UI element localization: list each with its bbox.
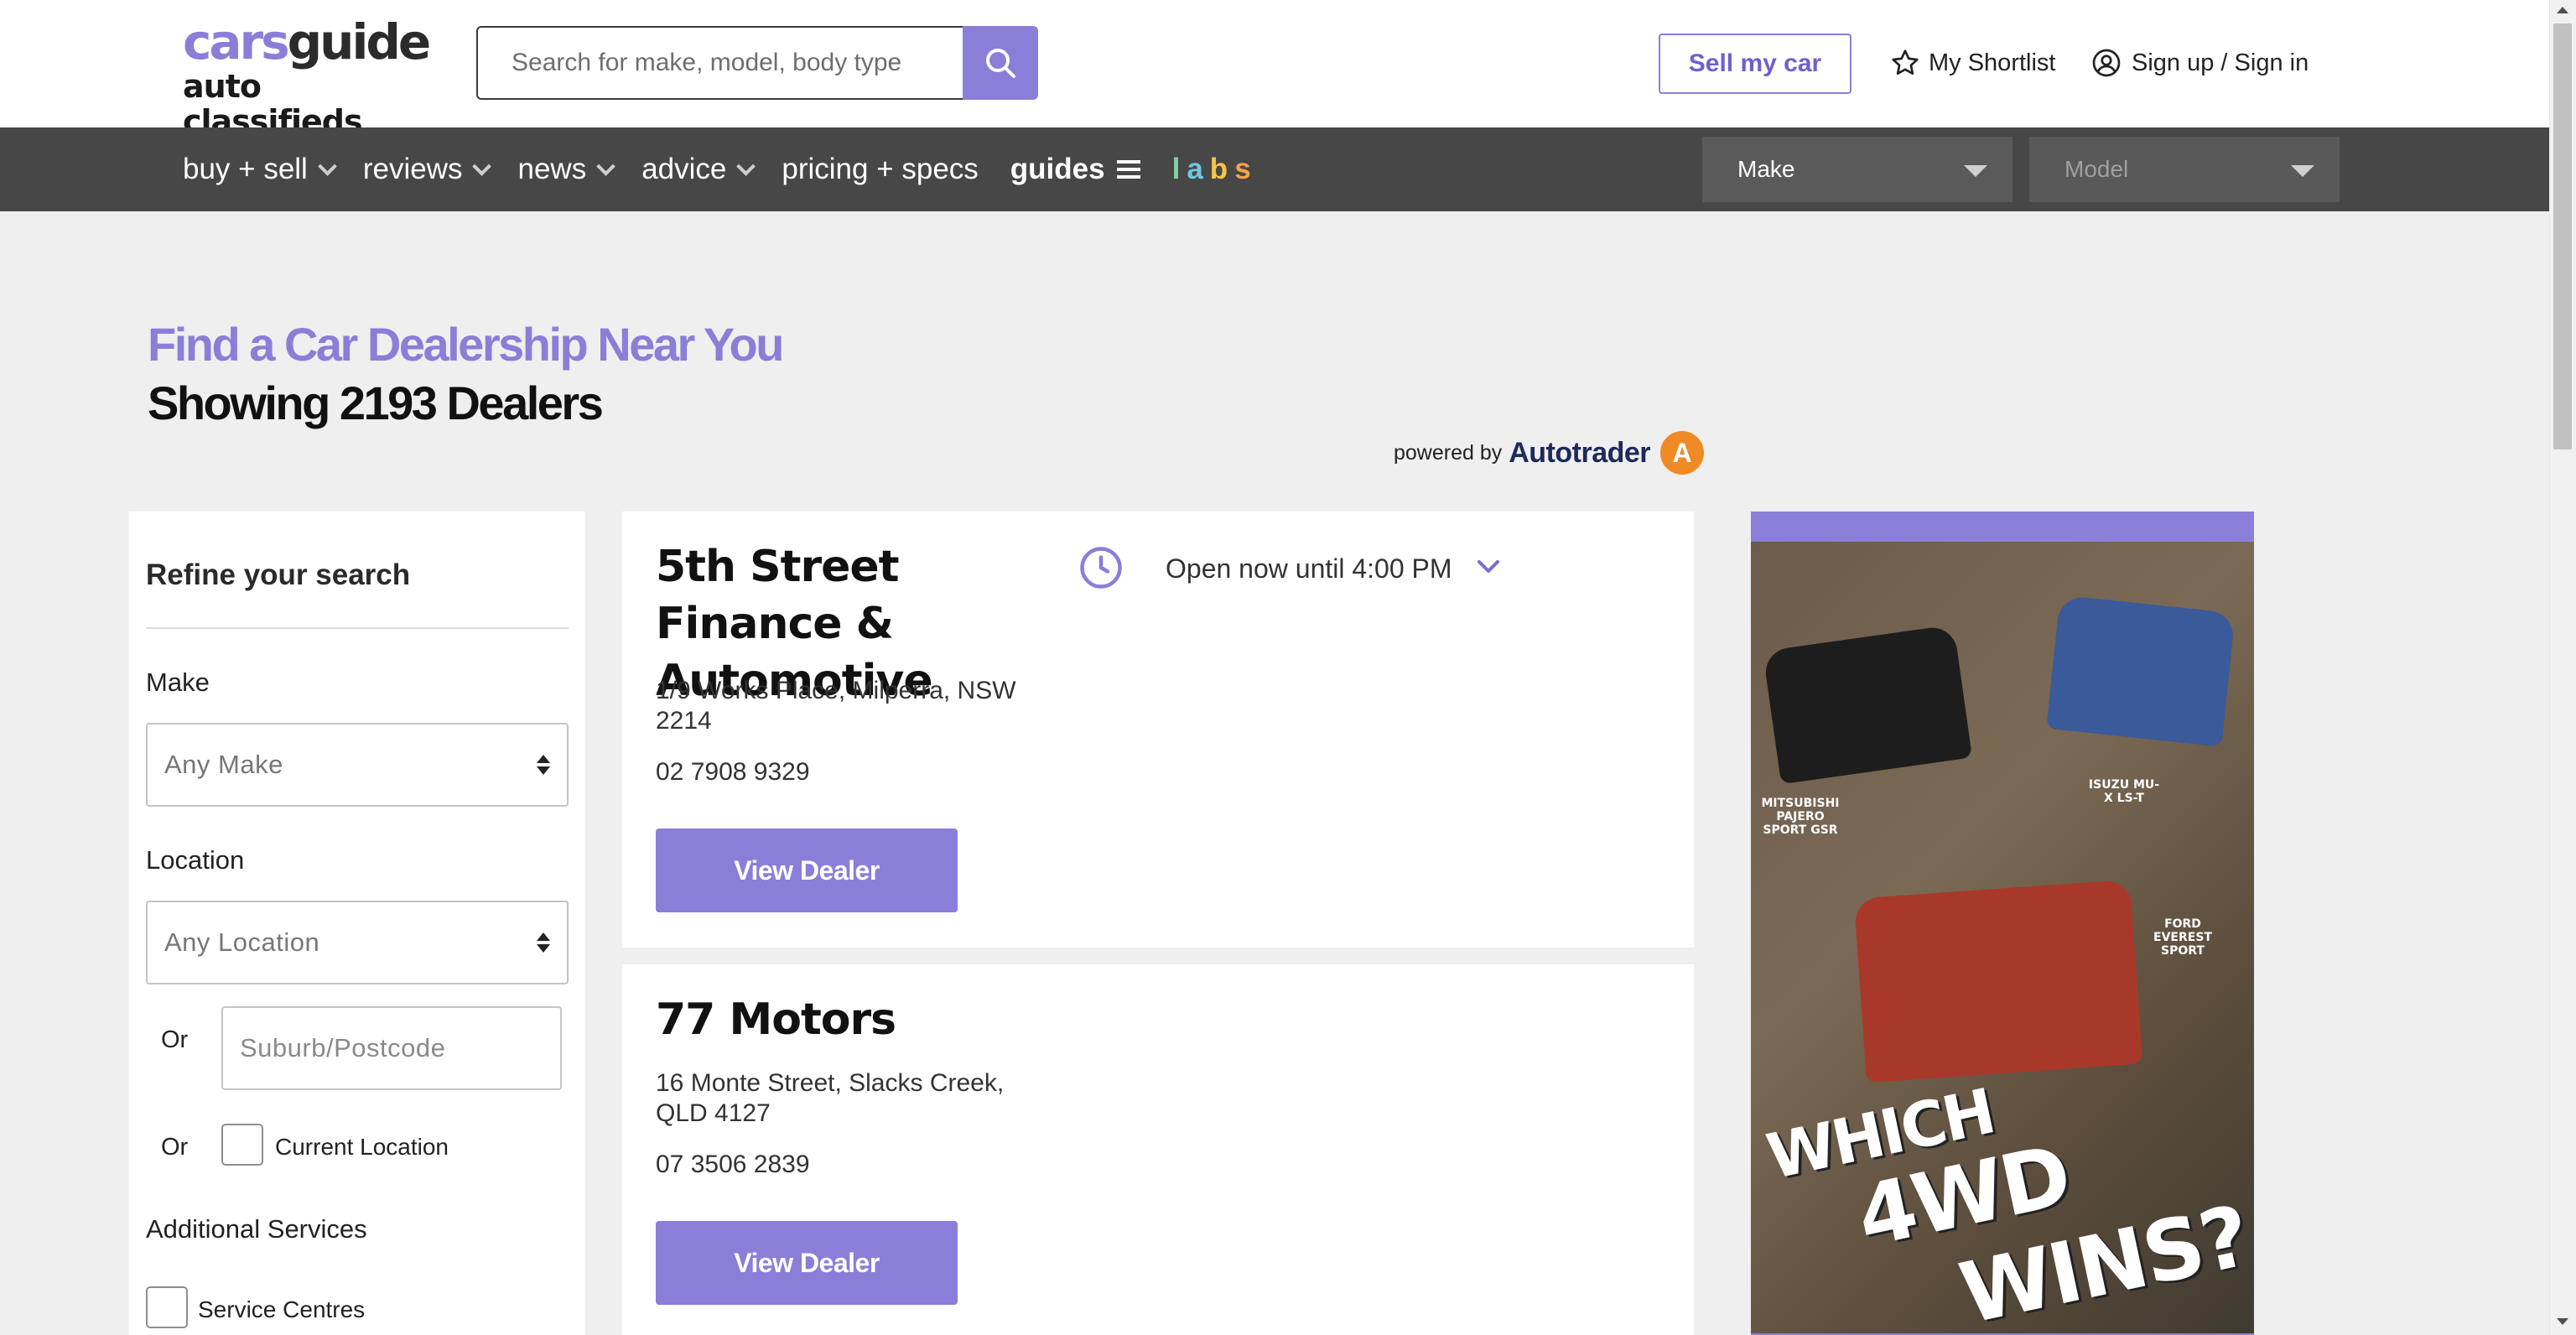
dealer-phone[interactable]: 02 7908 9329 bbox=[656, 758, 810, 787]
autotrader-wordmark: Autotrader bbox=[1509, 436, 1651, 469]
dealer-phone[interactable]: 07 3506 2839 bbox=[656, 1151, 810, 1179]
or-label: Or bbox=[161, 1026, 189, 1053]
service-centres-label: Service Centres bbox=[198, 1296, 366, 1322]
search-button[interactable] bbox=[963, 26, 1038, 100]
divider bbox=[146, 627, 569, 629]
nav-label: guides bbox=[1010, 153, 1105, 185]
suburb-postcode-input[interactable] bbox=[223, 1008, 560, 1088]
current-location-label: Current Location bbox=[275, 1134, 449, 1160]
user-icon bbox=[2092, 49, 2121, 77]
chevron-down-icon bbox=[596, 157, 616, 176]
dealer-name[interactable]: 77 Motors bbox=[656, 991, 1075, 1048]
sell-my-car-button[interactable]: Sell my car bbox=[1659, 34, 1852, 94]
nav-label: pricing + specs bbox=[782, 153, 979, 185]
or-label: Or bbox=[161, 1134, 189, 1161]
nav-pricing-specs[interactable]: pricing + specs bbox=[782, 153, 978, 186]
location-label: Location bbox=[146, 845, 245, 875]
dealer-card: 5th Street Finance & Automotive Open now… bbox=[622, 512, 1694, 948]
star-icon bbox=[1892, 49, 1919, 75]
scroll-down-icon[interactable] bbox=[2557, 1318, 2568, 1325]
ad-car-caption: FORD EVEREST SPORT bbox=[2153, 917, 2212, 958]
car-image bbox=[2046, 595, 2236, 747]
location-filter-value: Any Location bbox=[164, 927, 320, 957]
current-location-checkbox[interactable] bbox=[221, 1124, 263, 1166]
logo-text-cars: cars bbox=[183, 13, 290, 70]
shortlist-label: My Shortlist bbox=[1929, 49, 2056, 76]
nav-label: reviews bbox=[362, 153, 463, 185]
ad-car-caption: ISUZU MU-X LS-T bbox=[2088, 778, 2160, 805]
search-input[interactable] bbox=[478, 28, 963, 98]
make-filter-value: Any Make bbox=[164, 750, 283, 779]
my-shortlist-link[interactable]: My Shortlist bbox=[1890, 44, 2055, 82]
chevron-down-icon[interactable] bbox=[1476, 558, 1501, 575]
page-title: Find a Car Dealership Near You bbox=[148, 318, 784, 371]
nav-label: buy + sell bbox=[183, 153, 308, 185]
make-select-label: Make bbox=[1737, 156, 1795, 182]
make-filter-select[interactable]: Any Make bbox=[146, 723, 569, 807]
scrollbar-thumb[interactable] bbox=[2553, 23, 2572, 449]
sign-in-link[interactable]: Sign up / Sign in bbox=[2091, 44, 2309, 82]
car-image bbox=[1853, 879, 2143, 1083]
search-icon bbox=[986, 49, 1015, 78]
dealer-card: 77 Motors 16 Monte Street, Slacks Creek,… bbox=[622, 964, 1694, 1335]
labs-letter: a bbox=[1187, 153, 1203, 185]
powered-by-autotrader[interactable]: powered by Autotrader A bbox=[1394, 431, 1705, 475]
ad-car-caption: MITSUBISHI PAJERO SPORT GSR bbox=[1761, 797, 1840, 837]
chevron-down-icon bbox=[472, 157, 492, 176]
powered-by-text: powered by bbox=[1394, 440, 1503, 465]
chevron-down-icon bbox=[736, 157, 756, 176]
nav-label: advice bbox=[641, 153, 727, 185]
labs-letter: b bbox=[1209, 153, 1228, 185]
dealer-address: 16 Monte Street, Slacks Creek, QLD 4127 bbox=[656, 1069, 1005, 1127]
carsguide-logo[interactable]: carsguide auto classifieds bbox=[183, 15, 434, 139]
dealer-count: Showing 2193 Dealers bbox=[148, 377, 604, 429]
location-filter-select[interactable]: Any Location bbox=[146, 901, 569, 984]
view-dealer-button[interactable]: View Dealer bbox=[656, 829, 958, 912]
labs-letter: l bbox=[1171, 153, 1181, 185]
model-select-label: Model bbox=[2064, 156, 2129, 182]
clock-icon bbox=[1080, 547, 1122, 589]
scroll-up-icon[interactable] bbox=[2557, 7, 2568, 13]
nav-label: news bbox=[517, 153, 587, 185]
nav-buy-sell[interactable]: buy + sell bbox=[183, 153, 337, 186]
view-dealer-button[interactable]: View Dealer bbox=[656, 1221, 958, 1305]
ad-strip bbox=[1751, 512, 2254, 542]
refine-search-panel: Refine your search Make Any Make Locatio… bbox=[129, 512, 585, 1335]
model-select[interactable]: Model bbox=[2029, 137, 2340, 202]
search-field[interactable] bbox=[476, 26, 963, 100]
advertisement-banner[interactable]: MITSUBISHI PAJERO SPORT GSR ISUZU MU-X L… bbox=[1751, 512, 2254, 1335]
nav-labs[interactable]: labs bbox=[1172, 153, 1251, 186]
make-label: Make bbox=[146, 668, 210, 697]
opening-hours: Open now until 4:00 PM bbox=[1166, 553, 1452, 584]
make-select[interactable]: Make bbox=[1702, 137, 2012, 202]
nav-advice[interactable]: advice bbox=[641, 153, 756, 186]
chevron-down-icon bbox=[318, 157, 337, 176]
car-image bbox=[1762, 624, 1973, 785]
caret-down-icon bbox=[1964, 165, 1987, 177]
logo-text-guide: guide bbox=[287, 13, 432, 70]
refine-title: Refine your search bbox=[146, 558, 411, 591]
autotrader-logo-icon: A bbox=[1660, 431, 1705, 475]
caret-down-icon bbox=[2291, 165, 2314, 177]
additional-services-label: Additional Services bbox=[146, 1214, 367, 1244]
suburb-field[interactable] bbox=[221, 1006, 562, 1090]
top-header: carsguide auto classifieds Sell my car M… bbox=[0, 0, 2549, 139]
service-centres-checkbox[interactable] bbox=[146, 1286, 188, 1328]
dealer-address: 1/9 Works Place, Milperra, NSW 2214 bbox=[656, 677, 1016, 735]
menu-icon bbox=[1116, 156, 1140, 183]
nav-reviews[interactable]: reviews bbox=[362, 153, 492, 186]
nav-news[interactable]: news bbox=[517, 153, 616, 186]
nav-guides[interactable]: guides bbox=[1010, 153, 1140, 186]
sort-arrows-icon bbox=[537, 932, 550, 953]
labs-letter: s bbox=[1234, 153, 1251, 185]
sort-arrows-icon bbox=[537, 755, 550, 775]
signin-label: Sign up / Sign in bbox=[2132, 49, 2309, 76]
